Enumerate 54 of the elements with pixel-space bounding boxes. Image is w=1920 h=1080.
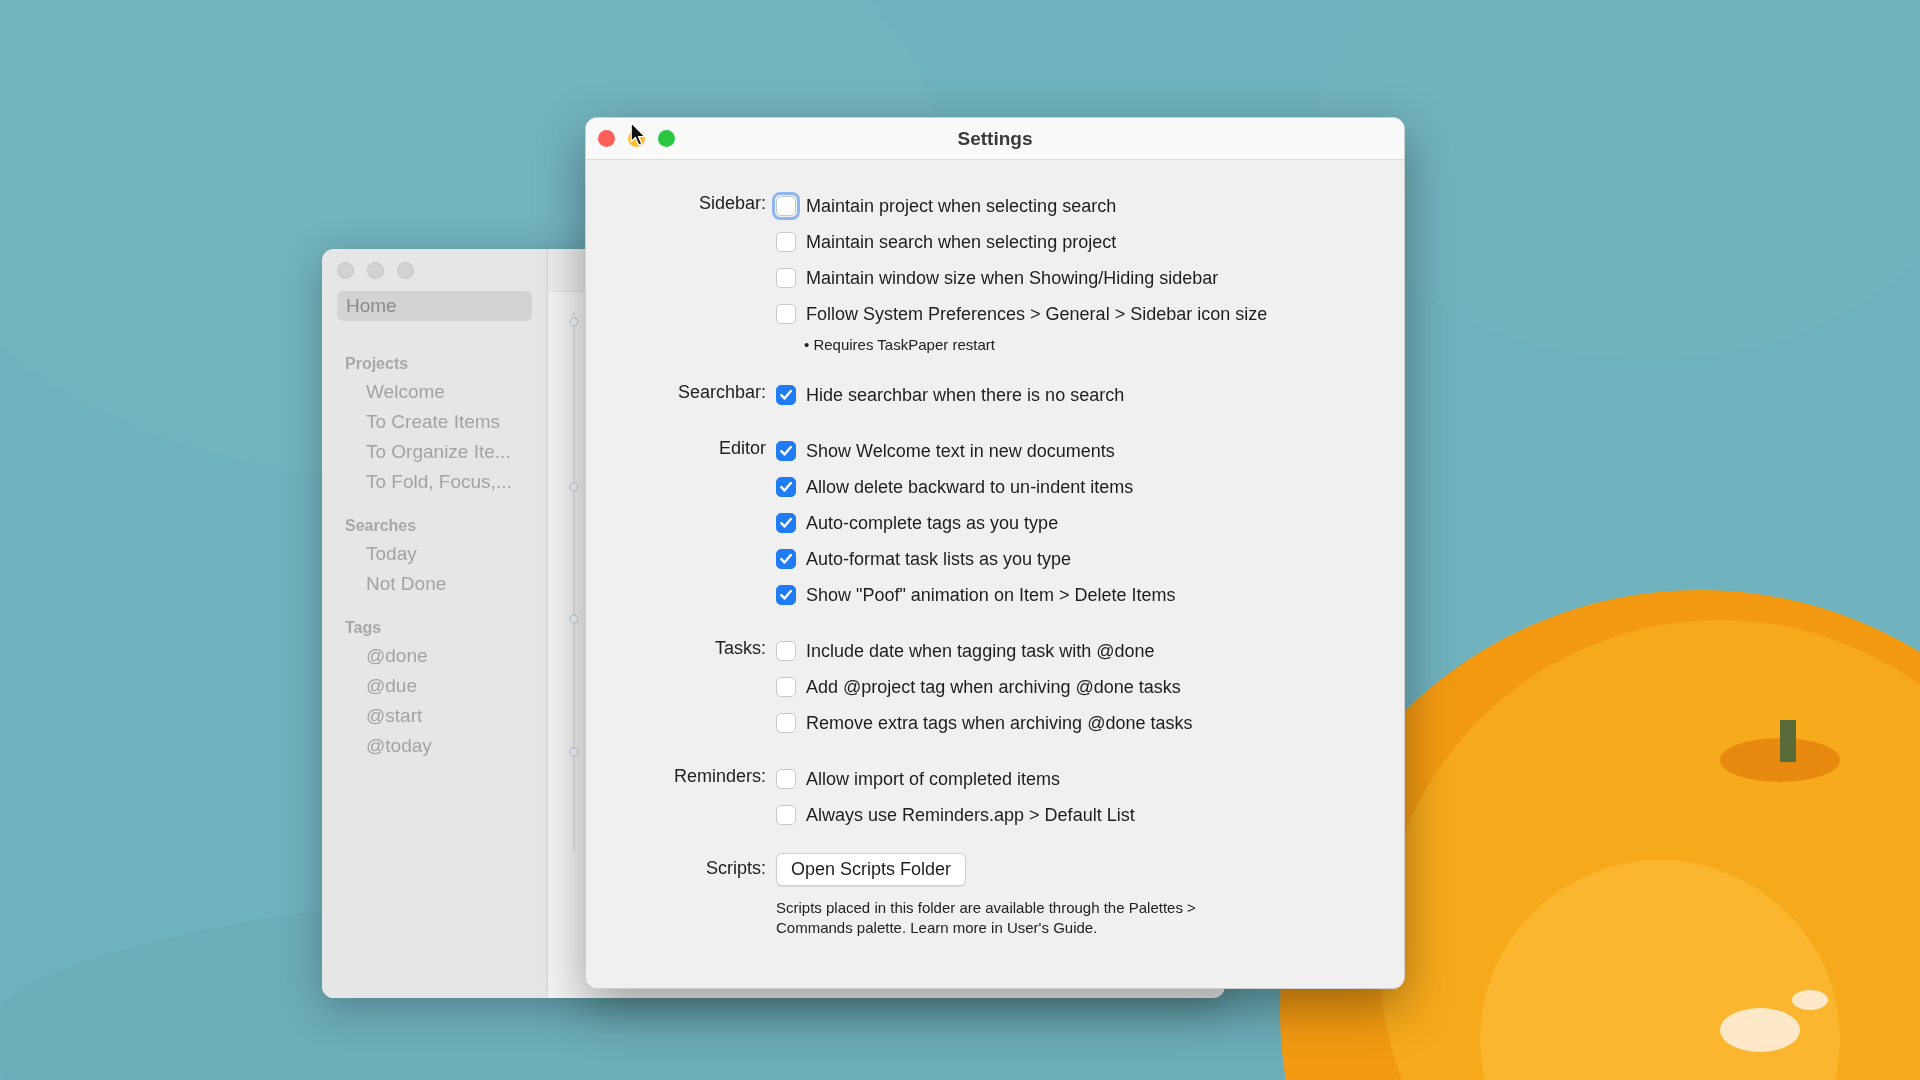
checkmark-icon [780,554,792,564]
close-button[interactable] [598,130,615,147]
checkbox-label[interactable]: Maintain project when selecting search [806,195,1117,217]
checkbox-label[interactable]: Auto-format task lists as you type [806,548,1072,570]
checkmark-icon [780,446,792,456]
checkbox-label[interactable]: Maintain search when selecting project [806,231,1117,253]
checkbox[interactable] [776,641,796,661]
minimize-button[interactable] [367,262,384,279]
description-text: Scripts placed in this folder are available through the Palettes > Commands palette. Learn more in User's Guide. [776,898,1197,938]
checkmark-icon [780,482,792,492]
open-scripts-folder-button[interactable]: Open Scripts Folder [776,853,967,886]
checkbox[interactable] [776,385,796,405]
checkbox-label[interactable]: Show Welcome text in new documents [806,440,1115,462]
checkbox[interactable] [776,585,796,605]
group-label: Editor [718,438,766,458]
checkbox[interactable] [776,441,796,461]
checkbox-label[interactable]: Hide searchbar when there is no search [806,384,1125,406]
checkbox[interactable] [776,268,796,288]
checkbox[interactable] [776,769,796,789]
group-label: Reminders: [673,766,766,786]
checkbox[interactable] [776,304,796,324]
note-text: • Requires TaskPaper restart [803,335,995,355]
checkbox-label[interactable]: Add @project tag when archiving @done tasks [806,676,1181,698]
checkbox[interactable] [776,713,796,733]
checkbox-label[interactable]: Include date when tagging task with @done [806,640,1155,662]
checkbox[interactable] [776,477,796,497]
checkbox[interactable] [776,549,796,569]
checkbox-label[interactable]: Auto-complete tags as you type [806,512,1059,534]
checkmark-icon [780,518,792,528]
checkbox[interactable] [776,513,796,533]
checkmark-icon [780,390,792,400]
checkmark-icon [780,590,792,600]
checkbox[interactable] [776,232,796,252]
group-label: Tasks: [715,638,766,658]
cursor-icon [630,122,646,146]
checkbox-label[interactable]: Maintain window size when Showing/Hiding sidebar [806,267,1219,289]
group-label: Sidebar: [698,193,766,213]
group-label: Scripts: [706,858,766,878]
section-heading: Projects [344,354,410,374]
window-title: Settings [957,128,1033,150]
checkbox-label[interactable]: Allow delete backward to un-indent items [806,476,1134,498]
group-label: Searchbar: [677,382,766,402]
section-heading: Searches [344,516,418,536]
checkbox-label[interactable]: Always use Reminders.app > Default List [806,804,1135,826]
checkbox-label[interactable]: Show "Poof" animation on Item > Delete Items [806,584,1176,606]
close-button[interactable] [337,262,354,279]
checkbox[interactable] [776,677,796,697]
checkbox[interactable] [776,805,796,825]
checkbox-label[interactable]: Remove extra tags when archiving @done tasks [806,712,1193,734]
checkbox-label[interactable]: Follow System Preferences > General > Sidebar icon size [806,303,1268,325]
section-heading: Tags [344,618,383,638]
zoom-button[interactable] [397,262,414,279]
checkbox-label[interactable]: Allow import of completed items [806,768,1061,790]
zoom-button[interactable] [658,130,675,147]
